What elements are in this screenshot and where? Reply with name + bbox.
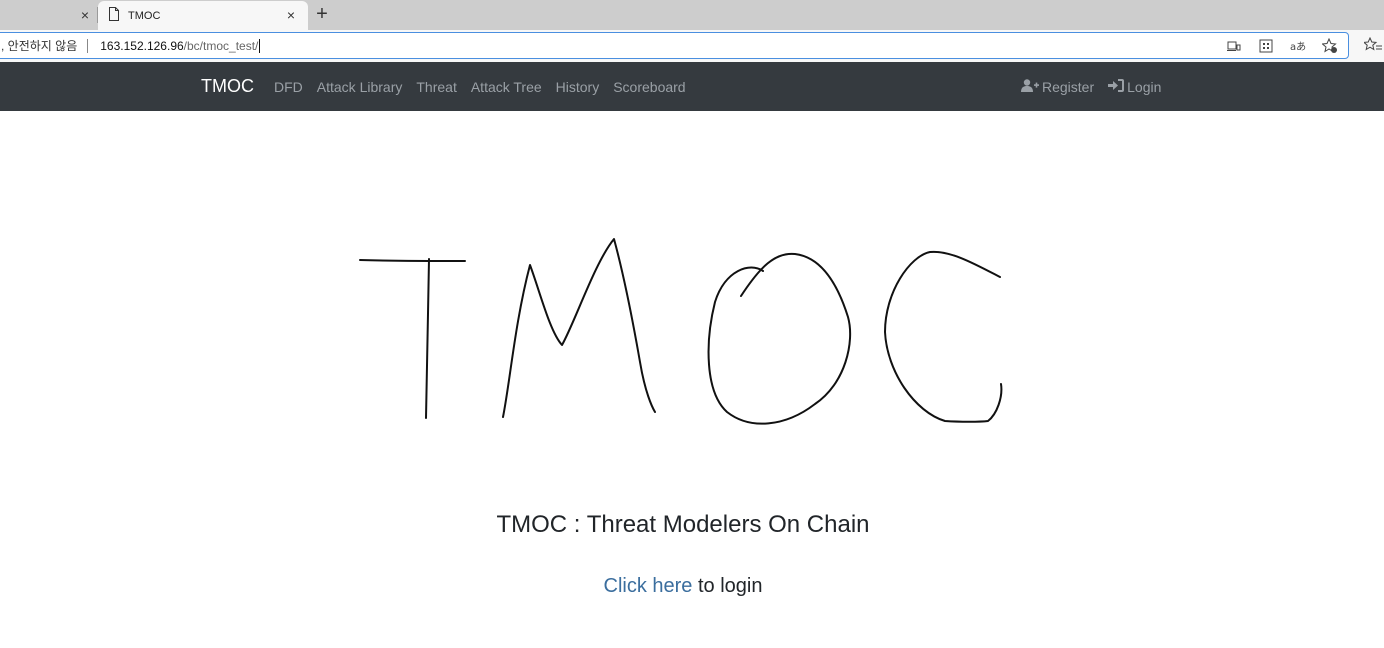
new-tab-button[interactable]: +	[312, 3, 332, 25]
nav-auth-links: Register Login	[1021, 79, 1161, 95]
svg-text:aあ: aあ	[1290, 41, 1306, 52]
site-navbar: TMOC DFD Attack Library Threat Attack Tr…	[0, 62, 1384, 111]
nav-link-attack-library[interactable]: Attack Library	[317, 79, 403, 95]
tagline: TMOC : Threat Modelers On Chain	[496, 511, 870, 538]
register-link[interactable]: Register	[1021, 79, 1094, 95]
register-label: Register	[1042, 79, 1095, 95]
address-divider	[87, 38, 89, 53]
navbar-brand[interactable]: TMOC	[201, 76, 254, 97]
tab-title: TMOC	[128, 9, 161, 22]
text-caret	[259, 38, 261, 53]
login-label: Login	[1127, 79, 1162, 95]
browser-tab-strip: × TMOC × +	[0, 0, 1384, 30]
login-prompt: Click here to login	[0, 575, 1366, 598]
add-favorite-icon[interactable]	[1320, 36, 1340, 56]
close-icon[interactable]: ×	[282, 6, 300, 24]
address-bar[interactable]: , 안전하지 않음 163.152.126.96/bc/tmoc_test/ a…	[0, 32, 1349, 59]
security-indicator[interactable]: , 안전하지 않음	[0, 37, 77, 54]
nav-link-dfd[interactable]: DFD	[274, 79, 303, 95]
address-bar-icons: aあ	[1224, 36, 1340, 56]
url-host[interactable]: 163.152.126.96	[100, 39, 183, 53]
reader-view-icon[interactable]	[1224, 36, 1244, 56]
sign-in-icon	[1108, 79, 1125, 95]
nav-link-attack-tree[interactable]: Attack Tree	[471, 79, 542, 95]
favorites-list-icon[interactable]	[1364, 35, 1384, 55]
browser-toolbar: , 안전하지 않음 163.152.126.96/bc/tmoc_test/ a…	[0, 30, 1384, 62]
user-plus-icon	[1021, 79, 1039, 95]
nav-links: DFD Attack Library Threat Attack Tree Hi…	[274, 79, 686, 95]
nav-link-history[interactable]: History	[556, 79, 600, 95]
page-icon	[108, 7, 120, 24]
nav-link-threat[interactable]: Threat	[416, 79, 456, 95]
browser-tab-inactive[interactable]: ×	[0, 0, 97, 30]
url-path[interactable]: /bc/tmoc_test/	[184, 39, 259, 53]
login-nav-link[interactable]: Login	[1108, 79, 1161, 95]
read-aloud-icon[interactable]: aあ	[1288, 36, 1308, 56]
app-available-icon[interactable]	[1256, 36, 1276, 56]
login-prompt-suffix: to login	[692, 575, 763, 597]
tmoc-handwritten-logo	[359, 238, 1003, 425]
click-here-login-link[interactable]: Click here	[604, 575, 693, 597]
nav-link-scoreboard[interactable]: Scoreboard	[613, 79, 685, 95]
browser-tab-active[interactable]: TMOC ×	[98, 1, 308, 30]
close-icon[interactable]: ×	[76, 6, 94, 24]
